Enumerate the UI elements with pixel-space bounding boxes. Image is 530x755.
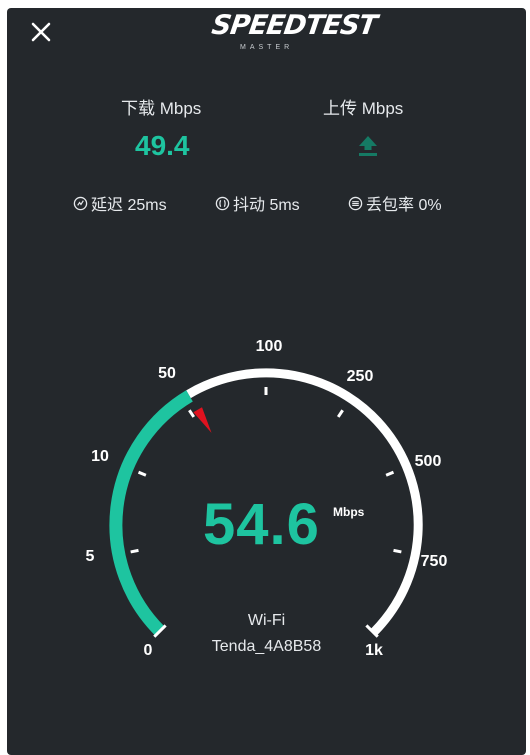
gauge-tick-50 [188, 409, 196, 418]
gauge-fill [109, 390, 193, 636]
speed-unit: Mbps [333, 505, 365, 519]
gauge-tick-750 [393, 548, 402, 554]
gauge-tick-5 [130, 548, 139, 554]
gauge-label-5: 5 [86, 548, 95, 565]
network-name: Tenda_4A8B58 [211, 638, 322, 655]
gauge-label-750: 750 [421, 553, 448, 570]
gauge-label-250: 250 [347, 368, 374, 385]
gauge-label-50: 50 [158, 365, 176, 382]
network-type: Wi-Fi [247, 612, 286, 629]
speedtest-screen: SPEEDTEST MASTER 下载 Mbps 上传 Mbps 49.4 延迟… [7, 8, 526, 755]
gauge-label-500: 500 [415, 453, 442, 470]
current-speed: 54.6 [203, 492, 320, 557]
gauge-tick-500 [385, 470, 395, 477]
gauge-tick-250 [336, 409, 344, 418]
gauge-label-10: 10 [91, 448, 109, 465]
gauge-needle [193, 407, 212, 433]
gauge-tick-10 [137, 470, 147, 477]
gauge-label-100: 100 [256, 338, 283, 355]
